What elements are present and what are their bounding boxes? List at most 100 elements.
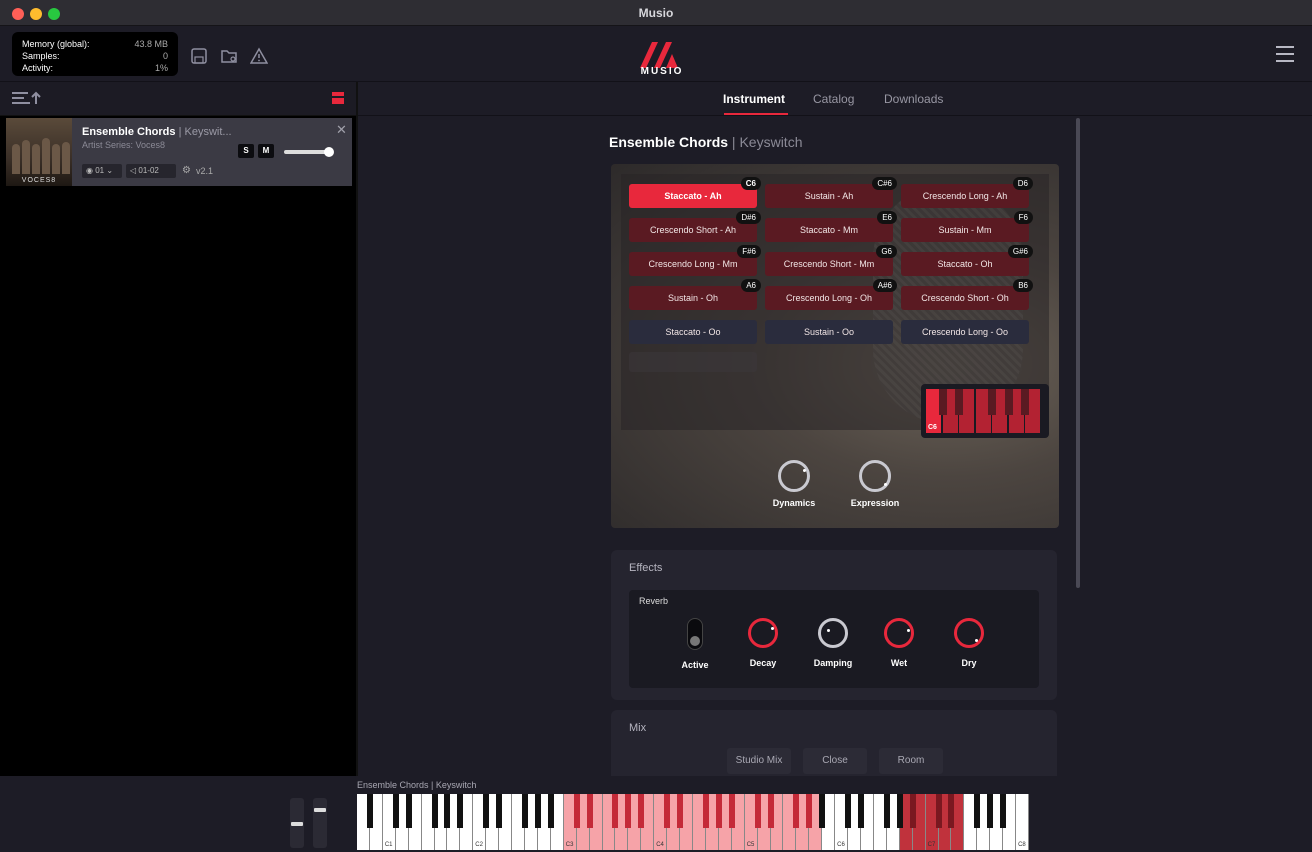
articulation-button[interactable]: Sustain - Ah C#6: [765, 177, 897, 208]
menu-icon[interactable]: [1276, 46, 1294, 62]
black-key[interactable]: [793, 794, 800, 828]
black-key[interactable]: [483, 794, 490, 828]
black-key[interactable]: [444, 794, 451, 828]
sort-tracks-icon[interactable]: [12, 91, 44, 105]
black-key[interactable]: [405, 794, 412, 828]
top-toolbar: Memory (global): 43.8 MB Samples: 0 Activi…: [0, 26, 1312, 82]
black-key[interactable]: [845, 794, 852, 828]
black-key[interactable]: [534, 794, 541, 828]
articulation-button[interactable]: Crescendo Long - Mm F#6: [629, 245, 761, 276]
black-key[interactable]: [935, 794, 942, 828]
articulation-button[interactable]: Staccato - Oo: [629, 320, 757, 344]
black-key[interactable]: [573, 794, 580, 828]
articulation-note-badge: A#6: [872, 279, 897, 292]
black-key[interactable]: [702, 794, 709, 828]
decay-knob[interactable]: Decay: [733, 618, 793, 668]
settings-gear-icon[interactable]: ⚙: [182, 165, 191, 176]
black-key[interactable]: [754, 794, 761, 828]
white-key[interactable]: C8: [1016, 794, 1029, 850]
pitch-bend-wheel[interactable]: [290, 798, 304, 848]
dry-knob[interactable]: Dry: [939, 618, 999, 668]
black-key[interactable]: [366, 794, 373, 828]
volume-slider-handle[interactable]: [324, 147, 334, 157]
black-key[interactable]: [547, 794, 554, 828]
load-folder-icon[interactable]: [220, 47, 238, 65]
black-key[interactable]: [625, 794, 632, 828]
tab-instrument[interactable]: Instrument: [723, 92, 785, 106]
black-key[interactable]: [1000, 794, 1007, 828]
black-key[interactable]: [909, 794, 916, 828]
black-key[interactable]: [392, 794, 399, 828]
audio-output-select[interactable]: ◁ 01-02: [126, 164, 176, 178]
articulation-button[interactable]: Crescendo Long - Oh A#6: [765, 279, 897, 310]
black-key[interactable]: [715, 794, 722, 828]
black-key[interactable]: [806, 794, 813, 828]
articulation-note-badge: D#6: [736, 211, 761, 224]
black-key[interactable]: [858, 794, 864, 828]
samples-value: 0: [162, 51, 168, 61]
octave-label: C2: [475, 842, 483, 848]
articulation-label: Sustain - Ah: [804, 191, 854, 201]
tab-downloads[interactable]: Downloads: [884, 92, 943, 106]
articulation-button[interactable]: Crescendo Long - Oo: [901, 320, 1029, 344]
active-tab-indicator: [724, 113, 788, 115]
articulation-button[interactable]: Crescendo Long - Ah D6: [901, 177, 1033, 208]
articulation-button[interactable]: Sustain - Oh A6: [629, 279, 761, 310]
black-key[interactable]: [896, 794, 903, 828]
black-key[interactable]: [457, 794, 464, 828]
articulation-button[interactable]: Staccato - Ah C6: [629, 177, 761, 208]
modulation-wheel[interactable]: [313, 798, 327, 848]
vertical-scrollbar[interactable]: [1076, 118, 1080, 588]
instrument-panel: Staccato - Ah C6 Sustain - Ah C#6 Crescendo …: [611, 164, 1059, 528]
remove-track-icon[interactable]: ✕: [336, 122, 347, 138]
effects-card: Effects Reverb Active Decay Damping Wet …: [611, 550, 1057, 700]
mix-close-button[interactable]: Close: [803, 748, 867, 774]
articulation-label: Crescendo Long - Oh: [785, 293, 873, 303]
octave-label: C1: [384, 842, 393, 848]
damping-knob[interactable]: Damping: [803, 618, 863, 668]
main-panel: Instrument Catalog Downloads Ensemble Ch…: [358, 82, 1312, 776]
articulation-button[interactable]: Crescendo Short - Mm G6: [765, 245, 897, 276]
articulation-button[interactable]: Staccato - Mm E6: [765, 211, 897, 242]
black-key[interactable]: [974, 794, 981, 828]
save-icon[interactable]: [190, 47, 208, 65]
black-key[interactable]: [819, 794, 826, 828]
articulation-note-badge: F#6: [737, 245, 761, 258]
black-key[interactable]: [948, 794, 955, 828]
piano-keyboard[interactable]: C1 C2 C3 C4 C5 C6 C7 C8: [357, 794, 1029, 850]
black-key[interactable]: [677, 794, 684, 828]
black-key[interactable]: [664, 794, 671, 828]
mix-room-button[interactable]: Room: [879, 748, 943, 774]
solo-button[interactable]: S: [238, 144, 254, 158]
black-key[interactable]: [522, 794, 528, 828]
black-key[interactable]: [728, 794, 735, 828]
black-key[interactable]: [612, 794, 619, 828]
track-item[interactable]: VOCES8 Ensemble Chords | Keyswit... Arti…: [6, 118, 352, 186]
black-key[interactable]: [586, 794, 593, 828]
mute-button[interactable]: M: [258, 144, 274, 158]
articulation-button[interactable]: Crescendo Short - Oh B6: [901, 279, 1033, 310]
wet-knob[interactable]: Wet: [869, 618, 929, 668]
articulation-note-badge: B6: [1013, 279, 1033, 292]
midi-channel-select[interactable]: ◉ 01 ⌄: [82, 164, 122, 178]
articulation-button[interactable]: Crescendo Short - Ah D#6: [629, 211, 761, 242]
articulation-button[interactable]: Sustain - Oo: [765, 320, 893, 344]
instrument-name: Ensemble Chords: [609, 134, 729, 150]
black-key[interactable]: [496, 794, 503, 828]
warning-icon[interactable]: [250, 47, 268, 65]
black-key[interactable]: [431, 794, 438, 828]
tab-catalog[interactable]: Catalog: [813, 92, 854, 106]
black-key[interactable]: [883, 794, 890, 828]
dynamics-knob[interactable]: Dynamics: [769, 460, 819, 508]
black-key[interactable]: [767, 794, 774, 828]
expression-knob[interactable]: Expression: [845, 460, 905, 508]
articulation-button[interactable]: Sustain - Mm F6: [901, 211, 1033, 242]
black-key[interactable]: [638, 794, 645, 828]
record-indicator-icon[interactable]: [332, 92, 344, 106]
mix-studio-button[interactable]: Studio Mix: [727, 748, 791, 774]
black-key[interactable]: [987, 794, 994, 828]
articulation-note-badge: C6: [740, 177, 761, 190]
reverb-active-toggle[interactable]: Active: [665, 618, 725, 670]
track-volume-slider[interactable]: [284, 147, 334, 157]
articulation-button[interactable]: Staccato - Oh G#6: [901, 245, 1033, 276]
